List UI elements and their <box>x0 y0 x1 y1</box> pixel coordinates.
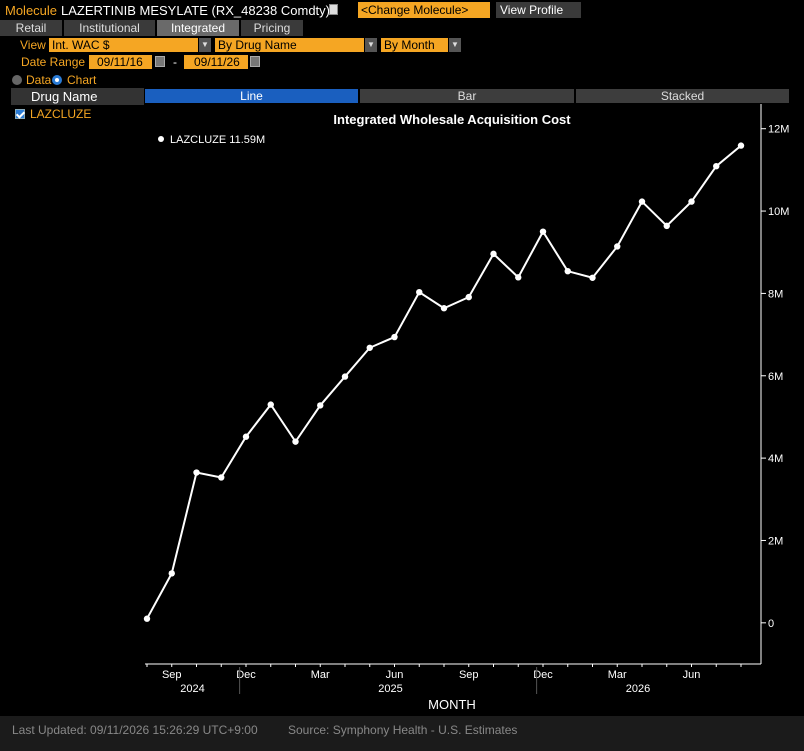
data-point <box>143 615 151 622</box>
legend-marker <box>158 136 164 142</box>
data-point <box>440 305 448 312</box>
data-point <box>737 142 745 149</box>
y-tick-label: 12M <box>768 124 789 136</box>
data-point <box>713 162 720 170</box>
data-point <box>465 293 472 301</box>
data-point <box>416 288 423 296</box>
data-point <box>638 198 646 205</box>
y-tick-label: 2M <box>768 535 783 547</box>
data-point <box>267 401 274 408</box>
data-point <box>218 474 225 481</box>
data-point <box>614 243 621 250</box>
data-point <box>341 373 349 380</box>
y-tick-label: 8M <box>768 288 783 300</box>
last-updated: Last Updated: 09/11/2026 15:26:29 UTC+9:… <box>12 723 258 737</box>
x-tick-label: Jun <box>386 669 404 681</box>
x-axis-label: MONTH <box>428 697 476 712</box>
status-bar: Last Updated: 09/11/2026 15:26:29 UTC+9:… <box>0 716 804 751</box>
data-point <box>564 267 571 275</box>
data-point <box>391 333 398 341</box>
data-point <box>663 222 670 230</box>
chart-title: Integrated Wholesale Acquisition Cost <box>333 112 571 127</box>
data-point <box>688 198 695 205</box>
data-point <box>539 228 547 235</box>
x-tick-label: Sep <box>162 669 182 681</box>
x-ticks: Sep Dec Mar Jun Sep Dec Mar Jun2024 2025 2026 <box>146 664 742 695</box>
x-tick-label: Mar <box>608 669 627 681</box>
data-point <box>292 438 299 445</box>
data-source: Source: Symphony Health - U.S. Estimates <box>288 723 518 737</box>
year-label: 2024 <box>180 683 204 695</box>
x-tick-label: Jun <box>683 669 701 681</box>
data-point <box>589 274 596 281</box>
y-tick-label: 10M <box>768 206 789 218</box>
wac-line-chart: Integrated Wholesale Acquisition Cost LA… <box>143 104 789 712</box>
y-tick-label: 4M <box>768 453 783 465</box>
x-tick-label: Sep <box>459 669 479 681</box>
y-tick-label: 0 <box>768 618 774 630</box>
year-label: 2026 <box>626 683 650 695</box>
data-point <box>317 402 324 409</box>
y-tick-label: 6M <box>768 371 783 383</box>
x-tick-label: Mar <box>311 669 330 681</box>
data-point <box>515 274 522 281</box>
legend-entry: LAZCLUZE 11.59M <box>170 134 265 146</box>
data-point <box>490 250 497 258</box>
year-label: 2025 <box>378 683 402 695</box>
data-point <box>242 433 250 440</box>
plot-area <box>145 104 761 664</box>
data-point <box>168 570 175 577</box>
y-ticks: 0 2M 4M 6M 8M 10M 12M <box>761 124 789 630</box>
data-point <box>193 469 200 476</box>
data-point <box>366 344 373 351</box>
